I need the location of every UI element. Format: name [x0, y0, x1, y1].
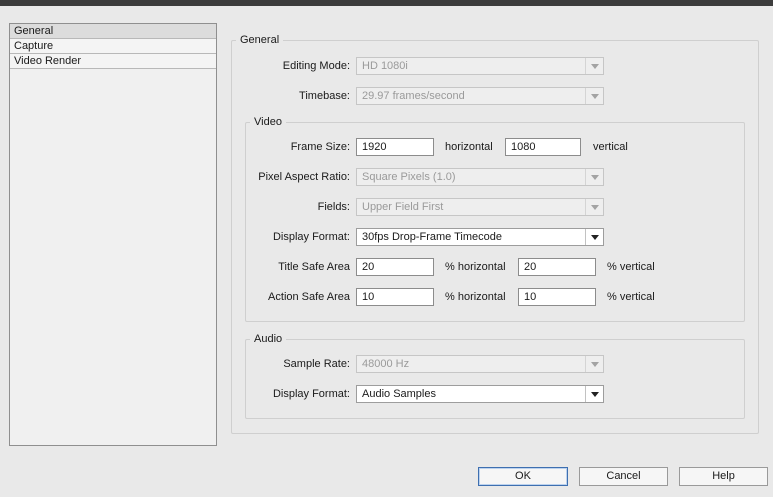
video-display-format-label: Display Format:: [272, 231, 350, 243]
audio-display-format-value: Audio Samples: [362, 388, 436, 400]
title-safe-vertical-label: % vertical: [607, 261, 655, 273]
audio-group: Audio: [245, 333, 745, 419]
video-display-format-value: 30fps Drop-Frame Timecode: [362, 231, 502, 243]
frame-size-label: Frame Size:: [290, 141, 350, 153]
audio-display-format-select[interactable]: Audio Samples: [356, 385, 604, 403]
frame-size-horizontal-input[interactable]: 1920: [356, 138, 434, 156]
ok-button[interactable]: OK: [478, 467, 568, 486]
audio-group-legend: Audio: [254, 333, 283, 345]
editing-mode-label: Editing Mode:: [282, 60, 350, 72]
timebase-label: Timebase:: [299, 90, 350, 102]
pixel-aspect-ratio-select[interactable]: Square Pixels (1.0): [356, 168, 604, 186]
editing-mode-value: HD 1080i: [362, 60, 408, 72]
sidebar-item-general[interactable]: General: [10, 24, 216, 39]
fields-label: Fields:: [317, 201, 350, 213]
editing-mode-select[interactable]: HD 1080i: [356, 57, 604, 75]
audio-display-format-label: Display Format:: [272, 388, 350, 400]
timebase-value: 29.97 frames/second: [362, 90, 465, 102]
action-safe-horizontal-label: % horizontal: [445, 291, 506, 303]
fields-select[interactable]: Upper Field First: [356, 198, 604, 216]
sample-rate-select[interactable]: 48000 Hz: [356, 355, 604, 373]
chevron-down-icon: [585, 88, 603, 104]
timebase-select[interactable]: 29.97 frames/second: [356, 87, 604, 105]
video-display-format-select[interactable]: 30fps Drop-Frame Timecode: [356, 228, 604, 246]
cancel-button[interactable]: Cancel: [579, 467, 668, 486]
category-list: General Capture Video Render: [9, 23, 217, 446]
chevron-down-icon: [585, 229, 603, 245]
general-group-legend: General: [240, 34, 280, 46]
chevron-down-icon: [585, 386, 603, 402]
sample-rate-value: 48000 Hz: [362, 358, 410, 370]
frame-size-vertical-label: vertical: [593, 141, 628, 153]
action-safe-vertical-label: % vertical: [607, 291, 655, 303]
sidebar-item-capture[interactable]: Capture: [10, 39, 216, 54]
frame-size-horizontal-label: horizontal: [445, 141, 493, 153]
sample-rate-label: Sample Rate:: [283, 358, 350, 370]
frame-size-vertical-input[interactable]: 1080: [505, 138, 581, 156]
chevron-down-icon: [585, 199, 603, 215]
sidebar-item-video-render[interactable]: Video Render: [10, 54, 216, 69]
chevron-down-icon: [585, 356, 603, 372]
pixel-aspect-ratio-label: Pixel Aspect Ratio:: [258, 171, 350, 183]
chevron-down-icon: [585, 58, 603, 74]
title-safe-horizontal-label: % horizontal: [445, 261, 506, 273]
title-safe-horizontal-input[interactable]: 20: [356, 258, 434, 276]
fields-value: Upper Field First: [362, 201, 444, 213]
action-safe-vertical-input[interactable]: 10: [518, 288, 596, 306]
title-safe-vertical-input[interactable]: 20: [518, 258, 596, 276]
chevron-down-icon: [585, 169, 603, 185]
help-button[interactable]: Help: [679, 467, 768, 486]
action-safe-area-label: Action Safe Area: [268, 291, 350, 303]
window-titlebar: [0, 0, 773, 6]
pixel-aspect-ratio-value: Square Pixels (1.0): [362, 171, 456, 183]
video-group-legend: Video: [254, 116, 282, 128]
title-safe-area-label: Title Safe Area: [278, 261, 350, 273]
action-safe-horizontal-input[interactable]: 10: [356, 288, 434, 306]
